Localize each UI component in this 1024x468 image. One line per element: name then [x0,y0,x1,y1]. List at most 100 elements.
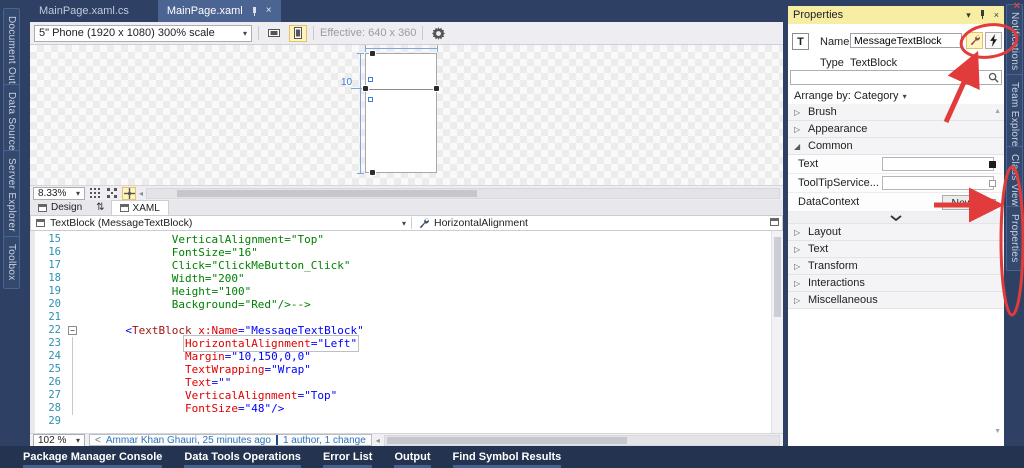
name-input[interactable] [850,33,962,48]
panel-tab-output[interactable]: Output [394,446,431,468]
code-line[interactable]: 23 HorizontalAlignment="Left" [35,335,783,352]
sidebar-tab-class-view[interactable]: Class View [1006,146,1023,215]
tab-xaml[interactable]: XAML [110,200,169,215]
fold-margin [67,233,79,246]
pin-icon[interactable] [250,6,259,17]
xaml-code-editor[interactable]: 15 VerticalAlignment="Top" 16 FontSize="1… [30,231,783,433]
tab-mainpage-xaml-cs[interactable]: MainPage.xaml.cs [30,0,138,22]
code-line[interactable]: 16 FontSize="16" [35,246,783,259]
code-line[interactable]: 27 VerticalAlignment="Top" [35,389,783,402]
code-line[interactable]: 20 Background="Red"/>--> [35,298,783,311]
category-appearance[interactable]: ▷ Appearance [788,121,1004,138]
editor-vertical-scrollbar[interactable] [771,231,783,433]
element-breadcrumb[interactable]: TextBlock (MessageTextBlock) ▾ [31,217,411,229]
designer-horizontal-scrollbar[interactable] [146,187,780,199]
close-icon[interactable]: × [266,6,272,16]
sidebar-tab-notifications[interactable]: Notifications [1006,4,1023,79]
category-common[interactable]: ◢ Common [788,138,1004,155]
snap-to-grid-button[interactable] [105,187,119,200]
scrollbar-thumb[interactable] [177,189,478,197]
category-label: Common [808,140,853,152]
scroll-left-icon[interactable]: ◂ [139,189,143,198]
event-handlers-button[interactable] [985,32,1002,49]
sidebar-tab-toolbox[interactable]: Toolbox [3,236,20,289]
swap-panes-button[interactable]: ⇅ [90,200,110,215]
panel-tab-error-list[interactable]: Error List [322,446,372,468]
category-transform[interactable]: ▷ Transform [788,258,1004,275]
zoom-selector[interactable]: 8.33% ▾ [33,186,85,200]
panel-tab-data-tools-operations[interactable]: Data Tools Operations [184,446,301,468]
breakpoint-margin[interactable] [30,231,35,433]
show-grid-button[interactable] [88,187,102,200]
properties-title-bar[interactable]: Properties ▾ × [788,6,1004,24]
resize-handle-right[interactable] [433,85,440,92]
chevron-left-icon[interactable]: < [95,435,101,446]
anchor-adorner[interactable] [368,77,373,82]
search-input[interactable] [791,71,988,84]
scrollbar-thumb[interactable] [774,237,781,317]
scroll-down-icon[interactable]: ▼ [994,428,1001,435]
code-line[interactable]: 25 TextWrapping="Wrap" [35,363,783,376]
pin-icon[interactable] [978,9,987,22]
category-text[interactable]: ▷ Text [788,241,1004,258]
new-button[interactable]: New [942,195,982,210]
code-line[interactable]: 21 [35,311,783,324]
property-marker[interactable] [989,180,996,187]
window-position-icon[interactable]: ▾ [966,10,971,20]
xaml-breadcrumb-bar: TextBlock (MessageTextBlock) ▾ Horizonta… [30,215,783,231]
tab-design[interactable]: Design [30,200,90,215]
code-line[interactable]: 28 FontSize="48"/> [35,402,783,415]
properties-view-button[interactable] [966,32,983,49]
scrollbar-thumb[interactable] [386,436,627,444]
code-line[interactable]: 24 Margin="10,150,0,0" [35,350,783,363]
tab-mainpage-xaml[interactable]: MainPage.xaml × [157,0,281,22]
orientation-portrait-button[interactable] [289,24,307,42]
code-line[interactable]: 22− <TextBlock x:Name="MessageTextBlock" [35,324,783,337]
sidebar-tab-properties[interactable]: Properties [1006,206,1023,271]
scroll-left-icon[interactable]: ◂ [376,436,380,445]
property-breadcrumb[interactable]: HorizontalAlignment [411,217,782,229]
expand-more-properties[interactable] [788,212,1004,224]
code-line[interactable]: 26 Text="" [35,376,783,389]
property-row-datacontext: DataContext New [788,193,1004,212]
orientation-landscape-button[interactable] [265,25,283,42]
property-search-box[interactable] [790,70,1002,85]
property-marker[interactable] [989,161,996,168]
code-line[interactable]: 29 [35,415,783,428]
property-value-input[interactable] [882,157,994,171]
panel-tab-find-symbol-results[interactable]: Find Symbol Results [452,446,561,468]
category-layout[interactable]: ▷ Layout [788,224,1004,241]
category-miscellaneous[interactable]: ▷ Miscellaneous [788,292,1004,309]
codelens-history-indicator[interactable]: < Ammar Khan Ghauri, 25 minutes ago 1 au… [89,434,372,446]
resize-handle-bottom[interactable] [369,169,376,176]
sidebar-tab-server-explorer[interactable]: Server Explorer [3,150,20,240]
anchor-adorner[interactable] [368,97,373,102]
code-line[interactable]: 19 Height="100" [35,285,783,298]
window-close-icon[interactable]: × [1014,1,1020,12]
editor-horizontal-scrollbar[interactable] [383,434,780,446]
textblock-selection-outline[interactable] [366,89,436,90]
phone-artboard[interactable] [362,50,440,176]
wrench-icon [419,217,429,228]
search-icon[interactable] [988,72,999,83]
designer-settings-button[interactable] [429,25,447,42]
property-value-input[interactable] [882,176,994,190]
code-line[interactable]: 18 Width="200" [35,272,783,285]
snap-to-snaplines-button[interactable] [122,186,136,200]
panel-tab-package-manager-console[interactable]: Package Manager Console [23,446,163,468]
arrange-by-selector[interactable]: Arrange by: Category ▾ [794,90,907,102]
close-icon[interactable]: × [994,10,999,20]
resize-handle-top[interactable] [369,50,376,57]
device-selector[interactable]: 5" Phone (1920 x 1080) 300% scale ▾ [34,24,252,42]
property-marker[interactable] [989,199,996,206]
resize-handle-left[interactable] [362,85,369,92]
code-line[interactable]: 15 VerticalAlignment="Top" [35,233,783,246]
design-surface[interactable]: 10 [30,45,783,185]
category-brush[interactable]: ▷ Brush [788,104,1004,121]
split-editor-icon[interactable] [770,218,779,226]
fold-collapse-icon[interactable]: − [68,326,77,335]
code-line[interactable]: 17 Click="ClickMeButton_Click" [35,259,783,272]
category-interactions[interactable]: ▷ Interactions [788,275,1004,292]
scroll-up-icon[interactable]: ▲ [994,108,1001,115]
editor-zoom-selector[interactable]: 102 % ▾ [33,433,85,447]
